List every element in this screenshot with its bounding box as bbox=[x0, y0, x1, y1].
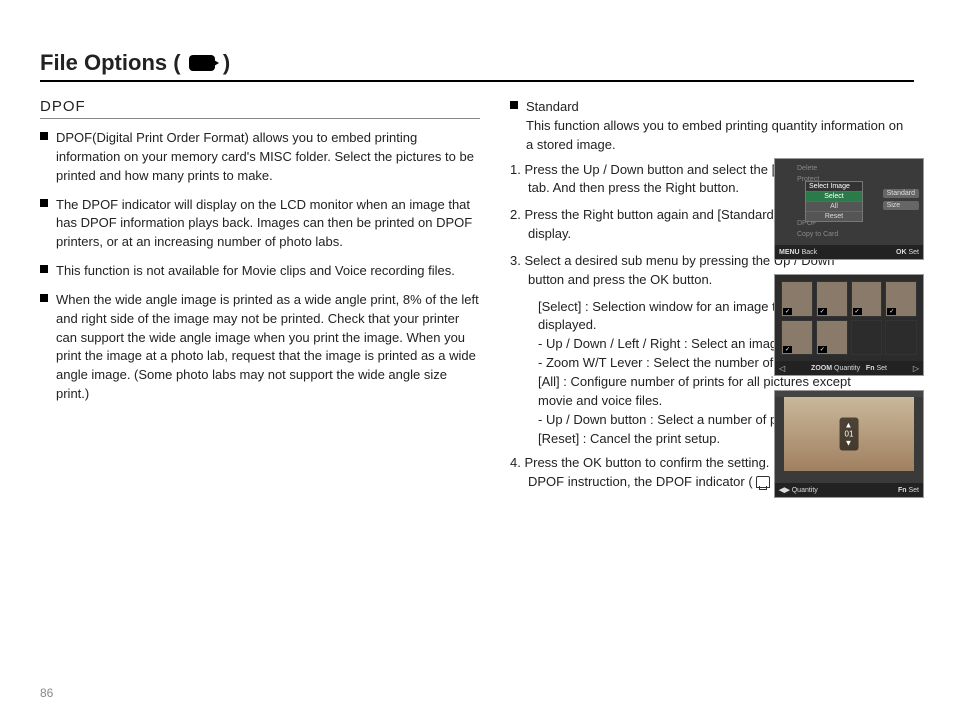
bar-set-label: Set bbox=[876, 365, 887, 372]
lcd1-side-tags: Standard Size bbox=[883, 189, 919, 213]
nav-button-label: ◀▶ bbox=[779, 487, 790, 494]
thumbnail-empty bbox=[885, 320, 917, 356]
fn-button-label: Fn bbox=[866, 365, 875, 372]
standard-intro: This function allows you to embed printi… bbox=[526, 118, 903, 152]
dpof-indicator-icon bbox=[756, 476, 770, 488]
right-column: Standard This function allows you to emb… bbox=[510, 98, 914, 500]
popup-title: Select Image bbox=[806, 182, 862, 191]
thumbnail: ✓ bbox=[781, 281, 813, 317]
menu-item: Copy to Card bbox=[797, 229, 838, 240]
bar-quantity-label: Quantity bbox=[834, 365, 860, 372]
left-column: DPOF DPOF(Digital Print Order Format) al… bbox=[40, 98, 480, 500]
square-bullet-icon bbox=[40, 199, 48, 207]
down-arrow-icon: ▼ bbox=[845, 439, 853, 448]
bullet-text: When the wide angle image is printed as … bbox=[56, 292, 479, 401]
standard-heading: Standard bbox=[526, 99, 579, 114]
lcd-previews: Delete Protect DPOF Copy to Card Select … bbox=[774, 158, 924, 498]
thumbnail: ✓ bbox=[816, 320, 848, 356]
section-heading: DPOF bbox=[40, 98, 480, 119]
page-number: 86 bbox=[40, 686, 53, 700]
preview-photo: ▲ 01 ▼ bbox=[784, 397, 914, 471]
thumbnail: ✓ bbox=[781, 320, 813, 356]
popup-item-reset: Reset bbox=[806, 211, 862, 221]
title-prefix: File Options ( bbox=[40, 50, 181, 75]
thumbnail: ✓ bbox=[885, 281, 917, 317]
bar-set-label: Set bbox=[908, 487, 919, 494]
fn-button-label: Fn bbox=[898, 487, 907, 494]
bullet-text: The DPOF indicator will display on the L… bbox=[56, 197, 472, 250]
bar-set-label: Set bbox=[908, 249, 919, 256]
bullet-item: This function is not available for Movie… bbox=[40, 262, 480, 281]
popup-item-select: Select bbox=[806, 191, 862, 201]
title-suffix: ) bbox=[223, 50, 230, 75]
right-arrow-icon: ▷ bbox=[913, 364, 919, 373]
quantity-badge: ▲ 01 ▼ bbox=[840, 418, 859, 451]
lcd-thumbnails-preview: ✓ ✓ ✓ ✓ ✓ ✓ ◁ ZOOM Quantity Fn Set ▷ bbox=[774, 274, 924, 376]
square-bullet-icon bbox=[40, 294, 48, 302]
square-bullet-icon bbox=[510, 101, 518, 109]
bar-quantity-label: Quantity bbox=[792, 487, 818, 494]
bullet-item: When the wide angle image is printed as … bbox=[40, 291, 480, 404]
bullet-text: This function is not available for Movie… bbox=[56, 263, 455, 278]
page-title: File Options ( ) bbox=[40, 50, 914, 82]
lcd1-popup: Select Image Select All Reset bbox=[805, 181, 863, 222]
quantity-value: 01 bbox=[845, 430, 854, 439]
menu-item: Delete bbox=[797, 163, 838, 174]
ok-button-label: OK bbox=[896, 249, 907, 256]
side-tag-size: Size bbox=[883, 201, 919, 210]
standard-heading-block: Standard This function allows you to emb… bbox=[510, 98, 914, 155]
popup-item-all: All bbox=[806, 201, 862, 211]
thumbnail: ✓ bbox=[816, 281, 848, 317]
lcd-single-preview: ▲ 01 ▼ ◀▶ Quantity Fn Set bbox=[774, 390, 924, 498]
thumbnail: ✓ bbox=[851, 281, 883, 317]
file-options-icon bbox=[189, 55, 215, 71]
bullet-text: DPOF(Digital Print Order Format) allows … bbox=[56, 130, 474, 183]
bullet-item: DPOF(Digital Print Order Format) allows … bbox=[40, 129, 480, 186]
side-tag-standard: Standard bbox=[883, 189, 919, 198]
zoom-button-label: ZOOM bbox=[811, 365, 832, 372]
bar-back-label: Back bbox=[802, 249, 818, 256]
bullet-item: The DPOF indicator will display on the L… bbox=[40, 196, 480, 253]
menu-button-label: MENU bbox=[779, 249, 800, 256]
square-bullet-icon bbox=[40, 132, 48, 140]
up-arrow-icon: ▲ bbox=[845, 421, 853, 430]
thumbnail-empty bbox=[851, 320, 883, 356]
square-bullet-icon bbox=[40, 265, 48, 273]
left-arrow-icon: ◁ bbox=[779, 364, 785, 373]
lcd-menu-preview: Delete Protect DPOF Copy to Card Select … bbox=[774, 158, 924, 260]
